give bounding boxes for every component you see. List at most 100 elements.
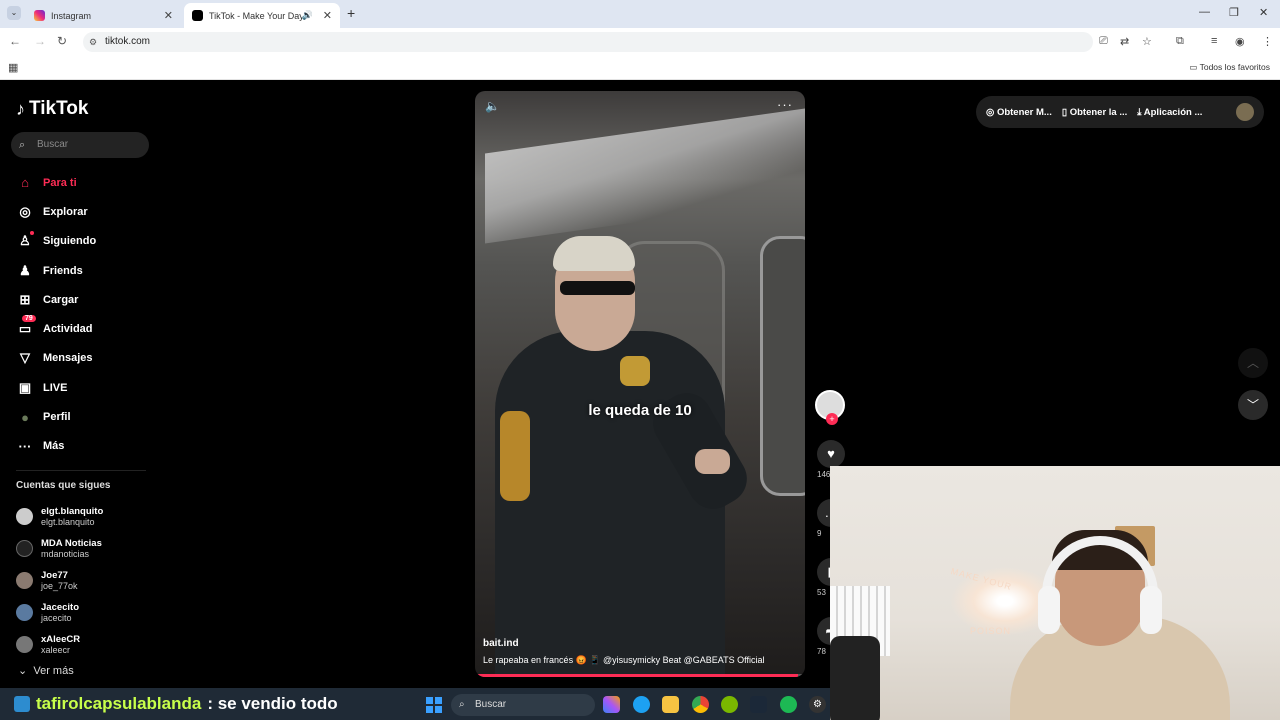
address-bar[interactable]: ⚙ tiktok.com [83, 32, 1093, 52]
install-app-icon[interactable]: ⎚ [1099, 35, 1108, 48]
account-name: Joe77 [41, 569, 68, 581]
following-account[interactable]: MDA Noticias mdanoticias [16, 532, 156, 564]
forward-icon[interactable]: → [34, 34, 46, 48]
close-window-icon[interactable]: ✕ [1259, 6, 1268, 19]
all-bookmarks-button[interactable]: ▭ Todos los favoritos [1189, 62, 1270, 73]
translate-icon[interactable]: ⇄ [1120, 35, 1129, 48]
account-name: xAleeCR [41, 633, 81, 645]
extensions-icon[interactable]: ⧉ [1176, 35, 1184, 48]
account-handle: xaleecr [41, 644, 71, 655]
video-progress-bar[interactable] [475, 674, 805, 677]
nav-item-cargar[interactable]: ⊞ Cargar [16, 285, 156, 314]
avatar [16, 571, 33, 589]
following-account[interactable]: elgt.blanquito elgt.blanquito [16, 500, 156, 532]
ceiling-light [485, 108, 805, 244]
edge-icon[interactable] [633, 696, 650, 713]
tab-tiktok[interactable]: TikTok - Make Your Day 🔊 ✕ [184, 3, 340, 28]
sidebar-nav: ⌂ Para ti ◎ Explorar ♙ Siguiendo ♟ Frien… [16, 168, 156, 461]
search-input[interactable]: ⌕ Buscar [11, 132, 149, 158]
tab-label: Instagram [51, 10, 92, 21]
search-icon: ⌕ [459, 699, 465, 710]
messages-icon: ▽ [20, 350, 30, 366]
following-list: elgt.blanquito elgt.blanquito MDA Notici… [16, 500, 156, 660]
nav-item-mas[interactable]: ··· Más [16, 432, 156, 461]
star-icon[interactable]: ☆ [1142, 35, 1152, 48]
next-video-chevron-down-icon[interactable]: ﹀ [1238, 390, 1268, 420]
tab-search-chevron-icon[interactable]: ⌄ [7, 6, 21, 20]
divider [16, 470, 146, 471]
nav-label: Cargar [43, 293, 79, 306]
get-app-button[interactable]: ▯ Obtener la ... [1062, 107, 1127, 118]
nav-item-live[interactable]: ▣ LIVE [16, 373, 156, 402]
close-tab-icon[interactable]: ✕ [164, 9, 173, 22]
back-icon[interactable]: ← [9, 34, 21, 48]
volume-icon[interactable]: 🔈 [485, 99, 500, 113]
tab-instagram[interactable]: Instagram ✕ [26, 3, 181, 28]
reading-list-icon[interactable]: ≡ [1211, 35, 1217, 47]
headset-earcup [1038, 586, 1060, 634]
user-avatar[interactable] [1236, 103, 1254, 121]
following-account[interactable]: xAleeCR xaleecr [16, 628, 156, 660]
site-info-icon[interactable]: ⚙ [89, 32, 97, 52]
bookmarks-bar: ▦ ▭ Todos los favoritos [0, 56, 1280, 80]
taskbar-search-input[interactable]: ⌕ Buscar [451, 694, 595, 716]
creator-avatar[interactable]: + [815, 390, 845, 425]
account-name: elgt.blanquito [41, 505, 104, 517]
taskbar-search-placeholder: Buscar [475, 699, 507, 710]
minimize-icon[interactable]: — [1199, 6, 1210, 18]
profile-icon[interactable]: ◉ [1235, 35, 1245, 48]
new-tab-button[interactable]: + [347, 5, 355, 21]
headset-earcup [1140, 586, 1162, 634]
steam-icon[interactable] [750, 696, 767, 713]
desktop-app-button[interactable]: ⤓ Aplicación ... [1137, 107, 1202, 118]
nav-item-mensajes[interactable]: ▽ Mensajes [16, 344, 156, 373]
see-more-button[interactable]: ⌄ Ver más [18, 664, 74, 677]
windows-start-icon[interactable] [426, 697, 442, 713]
nav-label: Perfil [43, 411, 71, 424]
get-coins-button[interactable]: ◎ Obtener M... [986, 107, 1052, 118]
restore-icon[interactable]: ❐ [1229, 6, 1239, 19]
chrome-icon[interactable] [692, 696, 709, 713]
nav-item-para-ti[interactable]: ⌂ Para ti [16, 168, 156, 197]
reload-icon[interactable]: ↻ [57, 34, 67, 48]
account-handle: elgt.blanquito [41, 516, 95, 527]
copilot-icon[interactable] [603, 696, 620, 713]
video-scene-jacket-stripe [500, 411, 530, 501]
nav-label: LIVE [43, 381, 68, 394]
chair [830, 636, 880, 720]
account-handle: jacecito [41, 612, 72, 623]
tiktok-icon [192, 10, 203, 21]
nav-item-siguiendo[interactable]: ♙ Siguiendo [16, 227, 156, 256]
video-player[interactable]: 🔈 ··· le queda de 10 bait.ind Le rapeaba… [475, 91, 805, 677]
nav-item-perfil[interactable]: ● Perfil [16, 402, 156, 431]
tiktok-logo[interactable]: ♪ TikTok [16, 98, 88, 120]
close-tab-icon[interactable]: ✕ [323, 9, 332, 22]
video-progress-fill [475, 674, 799, 677]
file-explorer-icon[interactable] [662, 696, 679, 713]
apps-grid-icon[interactable]: ▦ [8, 61, 18, 74]
video-scene-person [495, 331, 725, 677]
speaker-icon[interactable]: 🔊 [302, 10, 313, 21]
more-options-icon[interactable]: ··· [777, 97, 793, 112]
nav-label: Para ti [43, 176, 77, 189]
neon-sign-text: POISON [970, 626, 1012, 636]
spotify-icon[interactable] [780, 696, 797, 713]
video-scene-sunglasses [560, 281, 635, 295]
menu-icon[interactable]: ⋮ [1262, 35, 1273, 48]
nav-item-explorar[interactable]: ◎ Explorar [16, 197, 156, 226]
nav-label: Mensajes [43, 352, 93, 365]
see-more-label: Ver más [33, 665, 74, 677]
nav-item-actividad[interactable]: ▭ 79 Actividad [16, 314, 156, 343]
game-app-icon[interactable] [721, 696, 738, 713]
like-heart-icon[interactable]: ♥ [817, 440, 845, 468]
following-account[interactable]: Joe77 joe_77ok [16, 564, 156, 596]
settings-gear-icon[interactable]: ⚙ [809, 696, 826, 713]
top-right-actions: ◎ Obtener M... ▯ Obtener la ... ⤓ Aplica… [976, 96, 1264, 128]
nav-item-friends[interactable]: ♟ Friends [16, 256, 156, 285]
video-author[interactable]: bait.ind [483, 638, 519, 649]
previous-video-chevron-up-icon[interactable]: ︿ [1238, 348, 1268, 378]
video-caption: le queda de 10 [588, 402, 692, 419]
home-icon: ⌂ [21, 175, 29, 191]
following-account[interactable]: Jacecito jacecito [16, 596, 156, 628]
follow-plus-icon[interactable]: + [826, 413, 838, 425]
